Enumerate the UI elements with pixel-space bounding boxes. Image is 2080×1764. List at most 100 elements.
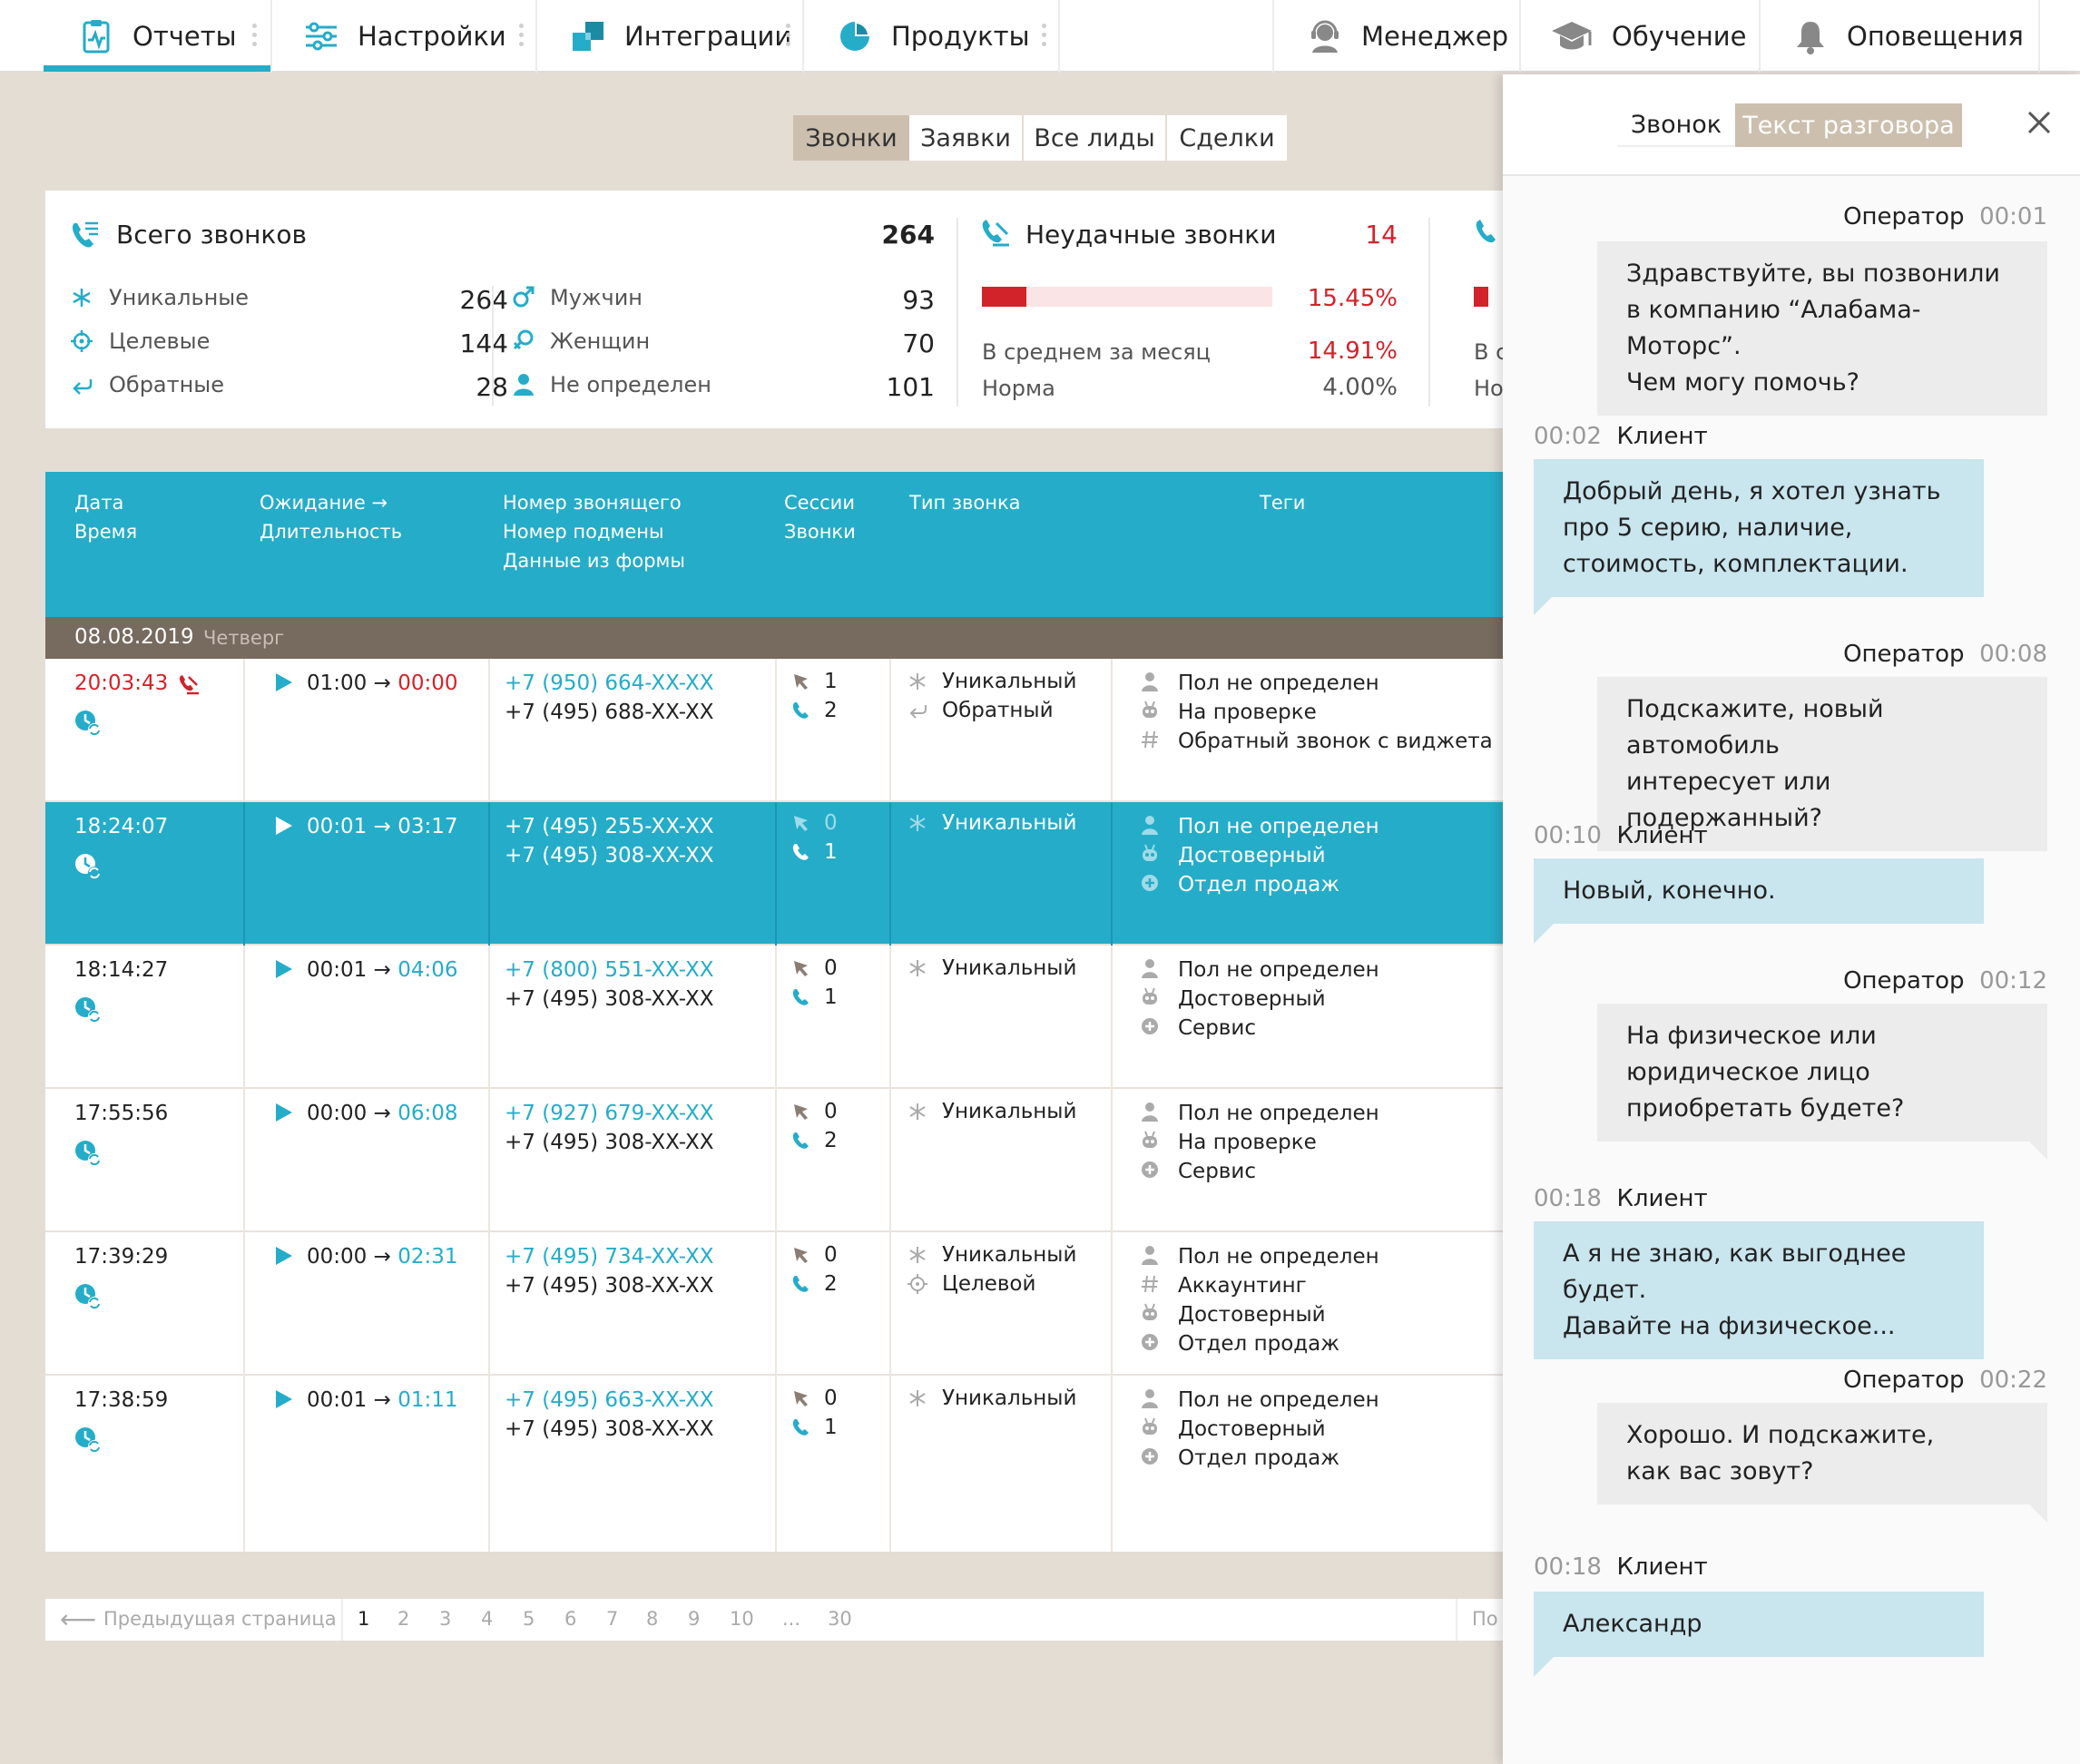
row-substitute-number: +7 (495) 308-XX-XX [505,1274,714,1298]
segment-all-leads[interactable]: Все лиды [1024,115,1165,161]
department-icon [1140,873,1160,893]
nav-more-handle[interactable] [1042,24,1047,49]
segment-calls[interactable]: Звонки [793,115,909,161]
play-icon[interactable] [272,958,294,980]
header-date-time[interactable]: Дата Время [74,488,137,546]
unique-label: Уникальные [109,285,250,310]
row-caller-number[interactable]: +7 (495) 663-XX-XX [505,1388,713,1412]
row-tag: Отдел продаж [1178,873,1339,897]
page-link[interactable]: 5 [523,1608,535,1630]
nav-products[interactable]: Продукты [837,0,1029,73]
header-sessions-calls[interactable]: Сессии Звонки [784,488,856,546]
message-sender: Клиент [1616,1553,1708,1581]
nav-more-handle[interactable] [786,24,791,49]
nav-divider [535,0,537,73]
page-link[interactable]: 10 [730,1608,754,1630]
row-type-1: Уникальный [942,1100,1077,1123]
table-row[interactable]: 17:38:59 00:01 → 01:11 +7 (495) 663-XX-X… [45,1376,1503,1552]
row-caller-number[interactable]: +7 (800) 551-XX-XX [505,958,713,982]
play-icon[interactable] [272,1388,294,1410]
nav-notifications[interactable]: Оповещения [1792,0,2024,73]
nav-more-handle[interactable] [519,24,525,49]
row-type-2: Целевой [942,1272,1036,1296]
page-link[interactable]: 4 [481,1608,493,1630]
page-link[interactable]: 2 [397,1608,409,1630]
nav-more-handle[interactable] [252,24,258,49]
page-link[interactable]: 8 [646,1608,658,1630]
row-caller-number[interactable]: +7 (495) 734-XX-XX [505,1245,713,1269]
row-tag: Пол не определен [1178,958,1379,982]
call-history-icon[interactable] [74,1140,102,1167]
nav-products-label: Продукты [891,21,1030,52]
table-row[interactable]: 20:03:43 01:00 → 00:00 +7 (950) 664-XX-X… [45,659,1503,802]
page-link-current[interactable]: 1 [358,1608,369,1630]
page-link[interactable]: 9 [688,1608,700,1630]
page-link[interactable]: 7 [606,1608,618,1630]
table-row[interactable]: 17:39:29 00:00 → 02:31 +7 (495) 734-XX-X… [45,1232,1503,1376]
row-wait: 01:00 [307,671,368,695]
call-history-icon[interactable] [74,1426,102,1454]
page-link[interactable]: 3 [439,1608,451,1630]
message-bubble-operator: На физическое или юридическое лицо приоб… [1597,1004,2047,1142]
play-icon[interactable] [272,815,294,837]
header-sessions: Сессии [784,492,855,514]
prev-page-link[interactable]: Предыдущая страница [103,1608,337,1630]
row-type-1: Уникальный [942,1243,1077,1267]
arrow-left-icon[interactable]: ⟵ [60,1604,96,1634]
pager-divider [341,1599,343,1641]
segment-deals[interactable]: Сделки [1167,115,1287,161]
segment-requests[interactable]: Заявки [909,115,1022,161]
monthly-avg-label: В среднем за месяц [982,339,1212,365]
table-row[interactable]: 18:14:27 00:01 → 04:06 +7 (800) 551-XX-X… [45,946,1503,1089]
row-caller-number[interactable]: +7 (927) 679-XX-XX [505,1102,713,1125]
message-time: 00:01 [1979,203,2047,230]
phone-icon [791,1274,811,1294]
nav-manager[interactable]: Менеджер [1307,0,1508,73]
table-row[interactable]: 17:55:56 00:00 → 06:08 +7 (927) 679-XX-X… [45,1089,1503,1232]
row-duration: 01:11 [397,1388,458,1412]
play-icon[interactable] [272,1102,294,1123]
call-history-icon[interactable] [74,996,102,1024]
row-sessions: 0 [824,956,838,980]
page-link-last[interactable]: 30 [828,1608,852,1630]
department-icon [1140,1160,1160,1180]
tab-transcript[interactable]: Текст разговора [1735,103,1962,147]
row-caller-number[interactable]: +7 (950) 664-XX-XX [505,671,713,695]
group-date: 08.08.2019 [74,625,194,649]
nav-reports[interactable]: Отчеты [78,0,237,73]
header-caller: Номер звонящего [503,492,682,514]
row-tag: Достоверный [1178,844,1326,867]
phone-icon [791,1417,811,1437]
header-tags[interactable]: Теги [1260,488,1305,517]
table-row-selected[interactable]: 18:24:07 00:01 → 03:17 +7 (495) 255-XX-X… [45,802,1503,946]
call-history-icon[interactable] [74,710,102,737]
date-group-row: 08.08.2019 Четверг [45,617,1503,659]
nav-learning[interactable]: Обучение [1550,0,1747,73]
play-icon[interactable] [272,671,294,693]
failed-progress-bar [982,287,1272,307]
close-icon[interactable] [2026,109,2053,136]
failed-calls-value: 14 [1365,220,1398,250]
cursor-session-icon [791,958,811,978]
tab-call[interactable]: Звонок [1617,103,1735,147]
pagination: ⟵ Предыдущая страница 1 2 3 4 5 6 7 8 9 … [45,1599,1503,1641]
header-wait-duration[interactable]: Ожидание → Длительность [260,488,402,546]
asterisk-icon [908,1102,927,1122]
nav-settings[interactable]: Настройки [303,0,506,73]
bubble-tail [1534,595,1554,615]
asterisk-icon [908,958,927,978]
call-history-icon[interactable] [74,853,102,880]
nav-integrations[interactable]: Интеграции [570,0,791,73]
header-wait: Ожидание → [260,492,388,514]
play-icon[interactable] [272,1245,294,1267]
call-history-icon[interactable] [74,1283,102,1310]
header-call-type[interactable]: Тип звонка [909,488,1021,517]
row-caller-number[interactable]: +7 (495) 255-XX-XX [505,815,713,838]
page-link[interactable]: 6 [564,1608,576,1630]
asterisk-icon [908,671,927,691]
header-numbers[interactable]: Номер звонящего Номер подмены Данные из … [503,488,685,575]
row-type-1: Уникальный [942,670,1077,693]
bubble-tail [2027,777,2047,797]
next-page-link[interactable]: По [1472,1608,1498,1630]
person-icon [1140,671,1160,691]
